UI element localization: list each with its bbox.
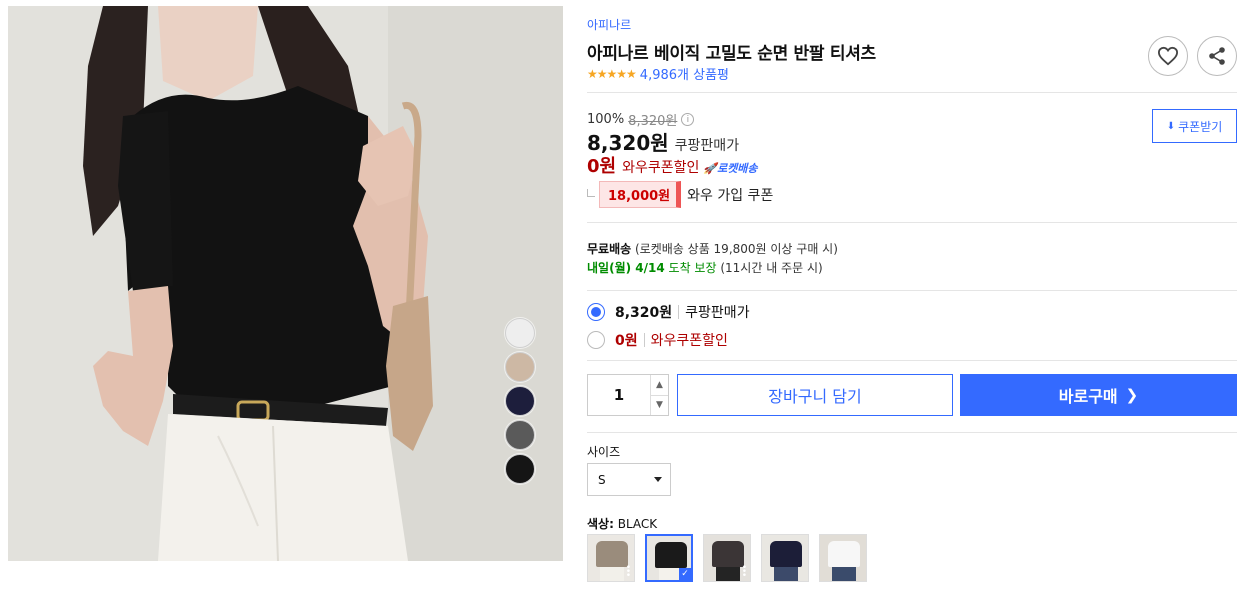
rocket-delivery-badge: 🚀로켓배송 (703, 162, 758, 175)
arrival-date: 내일(월) 4/14 (587, 261, 665, 275)
pants-image (832, 567, 856, 581)
quantity-stepper: ▲ ▼ (587, 374, 669, 416)
color-swatch[interactable] (505, 420, 535, 450)
divider (587, 360, 1237, 361)
shipping-info: 무료배송 (로켓배송 상품 19,800원 이상 구매 시) (587, 240, 838, 257)
wow-price-label: 와우쿠폰할인 (622, 160, 700, 176)
info-icon[interactable]: i (681, 113, 695, 126)
buy-now-label: 바로구매 (1058, 387, 1118, 406)
coupon-text: 와우 가입 쿠폰 (687, 187, 774, 204)
color-swatch[interactable] (505, 352, 535, 382)
option-label: 와우쿠폰할인 (650, 333, 728, 349)
divider (587, 290, 1237, 291)
shirt-image (596, 541, 628, 567)
divider (678, 305, 680, 319)
check-icon: ✓ (679, 568, 691, 580)
price-option-wow[interactable]: 0원 와우쿠폰할인 (587, 330, 728, 350)
heart-icon (1157, 46, 1179, 66)
divider (587, 92, 1237, 93)
arrival-condition: (11시간 내 주문 시) (720, 261, 823, 275)
quantity-input[interactable] (588, 375, 650, 415)
color-thumbnail[interactable]: • • • (587, 534, 635, 582)
color-thumbnail[interactable] (761, 534, 809, 582)
size-select[interactable]: S (587, 463, 671, 496)
option-label: 쿠팡판매가 (685, 305, 750, 321)
get-coupon-button[interactable]: ⬇ 쿠폰받기 (1152, 109, 1237, 143)
more-icon: • • • (625, 563, 631, 581)
shirt-image (655, 542, 687, 568)
divider (587, 222, 1237, 223)
brand-link[interactable]: 아피나르 (587, 16, 631, 33)
color-label-title: 색상: (587, 517, 614, 531)
chevron-up-icon[interactable]: ▲ (651, 375, 668, 396)
color-thumbnail-selected[interactable]: ✓ (645, 534, 693, 582)
free-shipping-label: 무료배송 (587, 242, 632, 256)
pants-image (774, 567, 798, 581)
shirt-image (712, 541, 744, 567)
coupon-amount-tag: 18,000원 (599, 181, 682, 208)
caret-down-icon (654, 477, 662, 482)
buy-now-button[interactable]: 바로구매 ❯ (960, 374, 1237, 416)
rating: ★★★★★ 4,986개 상품평 (587, 64, 729, 84)
color-thumbnail-list: • • • ✓ • • • (587, 534, 877, 582)
price-option-coupang[interactable]: 8,320원 쿠팡판매가 (587, 302, 750, 322)
wishlist-button[interactable] (1148, 36, 1188, 76)
shirt-image (770, 541, 802, 567)
color-swatch[interactable] (505, 454, 535, 484)
chevron-down-icon[interactable]: ▼ (651, 396, 668, 416)
option-price: 8,320원 (615, 305, 673, 321)
option-price: 0원 (615, 333, 638, 349)
wow-price-row: 0원 와우쿠폰할인 🚀로켓배송 (587, 152, 758, 178)
product-info-panel: 아피나르 아피나르 베이직 고밀도 순면 반팔 티셔츠 ★★★★★ 4,986개… (587, 0, 1237, 591)
size-selected-value: S (598, 472, 606, 487)
coupon-line: 18,000원 와우 가입 쿠폰 (587, 181, 773, 208)
wow-price: 0원 (587, 156, 617, 177)
radio-selected[interactable] (587, 303, 605, 321)
arrival-info: 내일(월) 4/14 도착 보장 (11시간 내 주문 시) (587, 259, 823, 276)
chevron-right-icon: ❯ (1125, 386, 1139, 404)
color-swatch[interactable] (505, 386, 535, 416)
size-label: 사이즈 (587, 445, 621, 459)
color-thumbnail[interactable]: • • • (703, 534, 751, 582)
color-thumbnail[interactable] (819, 534, 867, 582)
more-icon: • • • (741, 563, 747, 581)
shirt-image (828, 541, 860, 567)
rating-stars-icon: ★★★★★ (587, 66, 637, 81)
discount-rate: 100% (587, 112, 625, 127)
color-swatch-list (505, 318, 537, 488)
arrival-guarantee: 도착 보장 (668, 261, 717, 275)
color-selected-value: BLACK (617, 517, 658, 531)
add-to-cart-button[interactable]: 장바구니 담기 (677, 374, 953, 416)
product-title: 아피나르 베이직 고밀도 순면 반팔 티셔츠 (587, 44, 876, 64)
review-count-link[interactable]: 4,986개 상품평 (640, 64, 729, 83)
share-icon (1209, 47, 1225, 65)
product-photo (8, 6, 563, 561)
free-shipping-desc: (로켓배송 상품 19,800원 이상 구매 시) (635, 242, 838, 256)
get-coupon-label: 쿠폰받기 (1178, 119, 1223, 134)
quantity-arrows: ▲ ▼ (650, 375, 668, 415)
divider (587, 432, 1237, 433)
color-swatch[interactable] (505, 318, 535, 348)
corner-icon (587, 188, 595, 197)
pants-image (600, 567, 624, 581)
model-illustration (8, 6, 563, 561)
radio-unselected[interactable] (587, 331, 605, 349)
divider (643, 333, 645, 347)
color-label: 색상: BLACK (587, 515, 657, 532)
share-button[interactable] (1197, 36, 1237, 76)
pants-image (716, 567, 740, 581)
download-icon: ⬇ (1166, 120, 1176, 132)
